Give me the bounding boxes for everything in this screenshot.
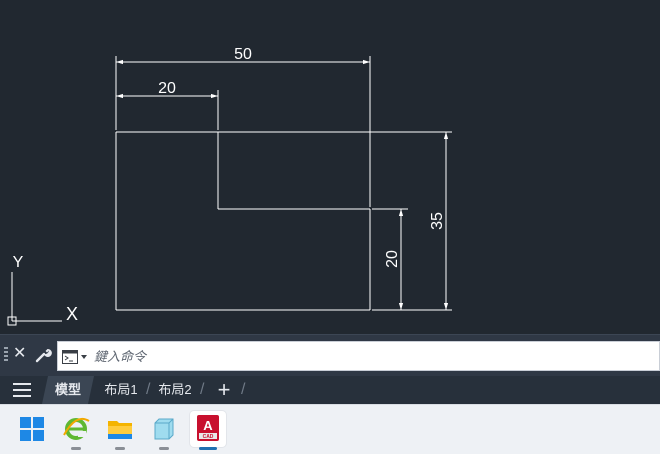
tab-layout1[interactable]: 布局1 (100, 376, 142, 404)
command-prompt-icon[interactable] (62, 350, 88, 364)
file-explorer-icon (108, 421, 132, 439)
tab-separator: / (146, 381, 151, 398)
running-indicator (115, 447, 125, 450)
taskbar: A CAD (0, 404, 660, 454)
part-outline[interactable] (115, 131, 371, 311)
tab-layout2[interactable]: 布局2 (154, 376, 196, 404)
cube-app-icon (154, 418, 174, 440)
hamburger-menu-icon[interactable] (13, 383, 31, 397)
command-input[interactable] (94, 346, 634, 366)
active-indicator (199, 447, 217, 450)
tab-separator: / (241, 381, 246, 398)
dim-label-top-total: 50 (234, 46, 252, 63)
dim-label-right-total: 35 (429, 212, 446, 230)
dim-label-top-partial: 20 (158, 80, 176, 97)
drawing-canvas[interactable]: 50 20 35 20 Y X (0, 0, 660, 334)
add-layout-button[interactable]: + (214, 378, 234, 402)
autocad-button[interactable]: A CAD (190, 411, 226, 450)
ucs-y-label: Y (13, 254, 24, 271)
dim-label-right-partial: 20 (384, 250, 401, 268)
autocad-logo-letter: A (203, 418, 213, 433)
tab-model[interactable]: 模型 (42, 376, 94, 404)
cube-app-button[interactable] (146, 411, 182, 450)
tab-separator: / (200, 381, 205, 398)
dimension-right-total[interactable]: 35 (429, 132, 449, 310)
ucs-icon: Y X (7, 254, 78, 326)
drag-grip-handle[interactable] (4, 347, 8, 363)
windows-logo-icon (20, 417, 44, 441)
dimension-top-total[interactable]: 50 (116, 46, 370, 65)
autocad-logo-text: CAD (203, 434, 214, 440)
file-explorer-button[interactable] (102, 411, 138, 450)
dimension-top-partial[interactable]: 20 (116, 80, 218, 99)
running-indicator (71, 447, 81, 450)
command-line-bar: ✕ (0, 334, 660, 377)
running-indicator (159, 447, 169, 450)
dimension-right-partial[interactable]: 20 (384, 209, 404, 310)
command-input-box[interactable] (57, 341, 660, 371)
layout-tabs-bar: 模型 布局1 / 布局2 / + / (0, 376, 660, 404)
autocad-icon: A CAD (197, 415, 219, 441)
start-button[interactable] (14, 411, 50, 447)
ucs-x-label: X (66, 304, 78, 324)
close-icon[interactable]: ✕ (13, 346, 26, 362)
wrench-icon[interactable] (34, 346, 52, 364)
internet-explorer-button[interactable] (58, 411, 94, 450)
internet-explorer-icon (63, 417, 90, 440)
